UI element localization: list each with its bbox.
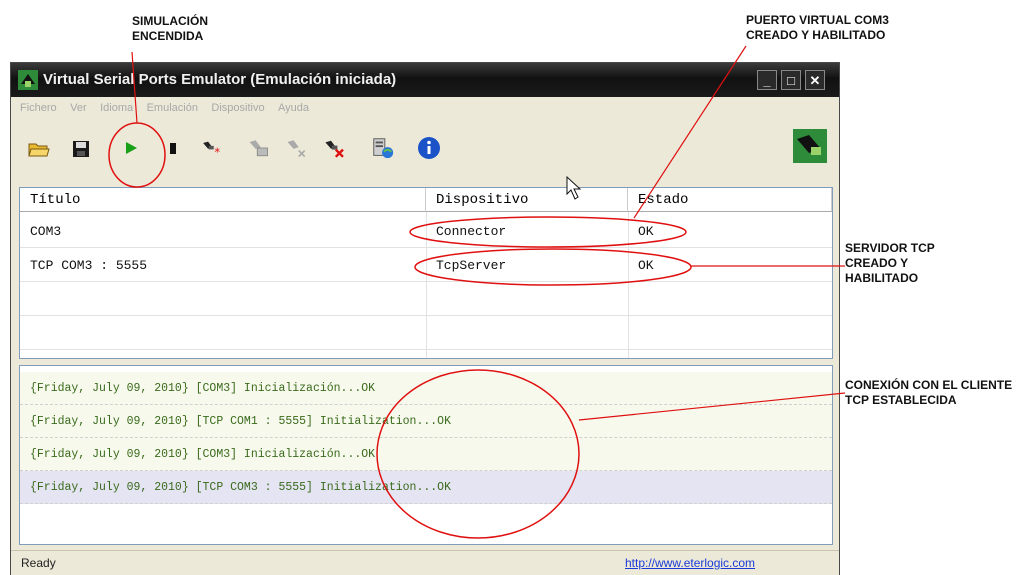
annotation-client-connection: CONEXIÓN CON EL CLIENTE TCP ESTABLECIDA <box>845 378 1013 407</box>
annotation-tcp-server: SERVIDOR TCP CREADO Y HABILITADO <box>845 241 935 285</box>
log-panel[interactable]: {Friday, July 09, 2010} [COM3] Inicializ… <box>19 365 833 545</box>
log-line-selected[interactable]: {Friday, July 09, 2010} [TCP COM3 : 5555… <box>20 471 832 504</box>
cell-dispositivo: TcpServer <box>436 258 507 273</box>
cell-estado: OK <box>638 224 654 239</box>
info-icon[interactable] <box>417 135 441 161</box>
save-icon[interactable] <box>69 135 93 161</box>
status-bar: Ready http://www.eterlogic.com <box>11 550 839 575</box>
column-header-titulo[interactable]: Título <box>20 188 426 212</box>
app-logo-icon <box>793 129 827 163</box>
title-bar[interactable]: Virtual Serial Ports Emulator (Emulación… <box>11 63 839 97</box>
annotation-simulation-on: SIMULACIÓN ENCENDIDA <box>132 14 208 43</box>
row-divider <box>20 247 832 248</box>
cell-estado: OK <box>638 258 654 273</box>
annotation-virtual-port: PUERTO VIRTUAL COM3 CREADO Y HABILITADO <box>746 13 889 42</box>
svg-text:*: * <box>214 146 220 159</box>
menu-bar: Fichero Ver Idioma Emulación Dispositivo… <box>11 97 839 119</box>
row-divider <box>20 349 832 350</box>
status-text: Ready <box>21 556 56 570</box>
new-device-icon[interactable]: * <box>201 135 225 161</box>
log-line[interactable]: {Friday, July 09, 2010} [TCP COM1 : 5555… <box>20 405 832 438</box>
device-properties-icon[interactable] <box>247 135 271 161</box>
column-header-dispositivo[interactable]: Dispositivo <box>426 188 628 212</box>
play-icon[interactable] <box>118 135 142 161</box>
website-link[interactable]: http://www.eterlogic.com <box>625 556 755 570</box>
log-line[interactable]: {Friday, July 09, 2010} [COM3] Inicializ… <box>20 438 832 471</box>
app-icon <box>18 70 38 90</box>
log-line[interactable]: {Friday, July 09, 2010} [COM3] Inicializ… <box>20 372 832 405</box>
cell-dispositivo: Connector <box>436 224 507 239</box>
menu-ver[interactable]: Ver <box>70 102 87 114</box>
device-table: Título Dispositivo Estado COM3 Connector… <box>19 187 833 359</box>
window-title: Virtual Serial Ports Emulator (Emulación… <box>43 71 397 88</box>
menu-emulacion[interactable]: Emulación <box>147 102 198 114</box>
stop-icon[interactable] <box>161 135 185 161</box>
minimize-button[interactable]: _ <box>757 70 777 90</box>
device-disabled-icon[interactable] <box>285 135 309 161</box>
toolbar: * <box>11 121 839 177</box>
maximize-button[interactable]: □ <box>781 70 801 90</box>
menu-idioma[interactable]: Idioma <box>100 102 133 114</box>
app-window: Virtual Serial Ports Emulator (Emulación… <box>10 62 840 575</box>
menu-ayuda[interactable]: Ayuda <box>278 102 309 114</box>
cell-titulo: TCP COM3 : 5555 <box>30 258 148 273</box>
row-divider <box>20 315 832 316</box>
open-folder-icon[interactable] <box>27 135 51 161</box>
menu-fichero[interactable]: Fichero <box>20 102 57 114</box>
menu-dispositivo[interactable]: Dispositivo <box>211 102 264 114</box>
close-button[interactable]: ✕ <box>805 70 825 90</box>
cell-titulo: COM3 <box>30 224 62 239</box>
network-monitor-icon[interactable] <box>371 135 395 161</box>
column-header-estado[interactable]: Estado <box>628 188 832 212</box>
delete-device-icon[interactable] <box>323 135 347 161</box>
row-divider <box>20 281 832 282</box>
